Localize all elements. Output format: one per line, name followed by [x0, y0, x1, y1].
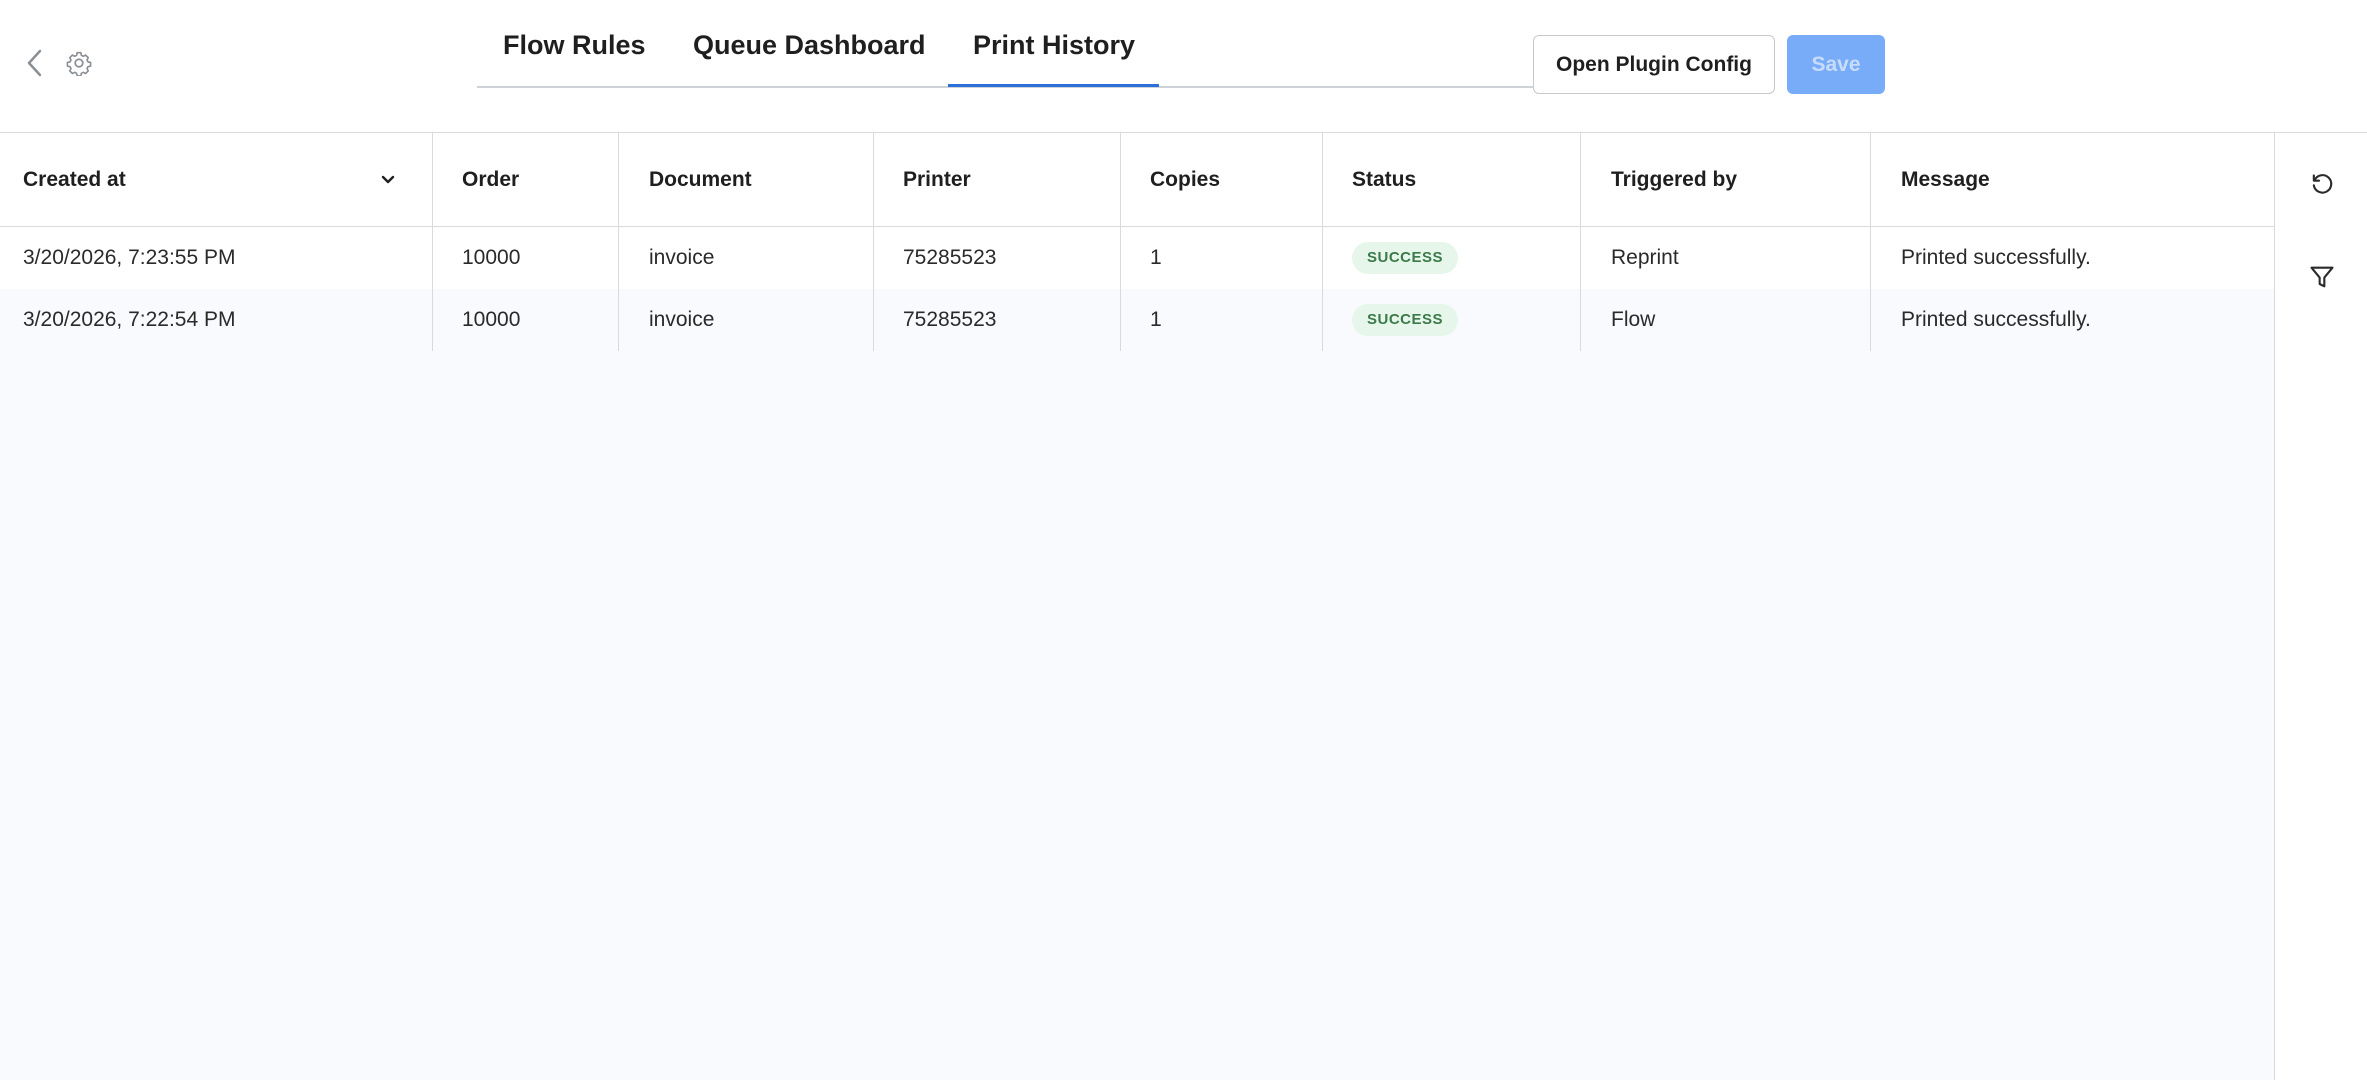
chevron-down-icon[interactable]	[378, 170, 398, 190]
cell-created-at: 3/20/2026, 7:22:54 PM	[0, 289, 433, 351]
tab-print-history[interactable]: Print History	[973, 30, 1135, 88]
column-header-message[interactable]: Message	[1871, 133, 2274, 227]
cell-message: Printed successfully.	[1901, 308, 2091, 331]
column-header-order[interactable]: Order	[433, 133, 619, 227]
table-header: Created at Order Document Printer Copies…	[0, 133, 2274, 227]
column-header-triggered-by[interactable]: Triggered by	[1581, 133, 1871, 227]
refresh-icon[interactable]	[2305, 166, 2339, 200]
cell-created-at: 3/20/2026, 7:23:55 PM	[0, 227, 433, 289]
cell-copies: 1	[1121, 227, 1323, 289]
tab-flow-rules[interactable]: Flow Rules	[503, 30, 646, 88]
tab-bar: Flow Rules Queue Dashboard Print History	[477, 0, 1534, 88]
cell-order: 10000	[433, 289, 619, 351]
cell-message: Printed successfully.	[1901, 246, 2091, 269]
print-history-app: Flow Rules Queue Dashboard Print History…	[0, 0, 2367, 1080]
cell-triggered-by: Reprint	[1581, 227, 1871, 289]
cell-status: SUCCESS	[1323, 289, 1581, 351]
column-header-copies[interactable]: Copies	[1121, 133, 1323, 227]
cell-printer: 75285523	[874, 227, 1121, 289]
tab-queue-dashboard[interactable]: Queue Dashboard	[693, 30, 926, 88]
cell-triggered-by: Flow	[1581, 289, 1871, 351]
status-badge: SUCCESS	[1352, 304, 1459, 336]
table-row[interactable]: 3/20/2026, 7:22:54 PM 10000 invoice 7528…	[0, 289, 2274, 351]
filter-icon[interactable]	[2305, 260, 2339, 294]
column-header-created-at[interactable]: Created at	[0, 133, 433, 227]
cell-copies: 1	[1121, 289, 1323, 351]
column-header-document[interactable]: Document	[619, 133, 874, 227]
column-header-printer[interactable]: Printer	[874, 133, 1121, 227]
cell-document: invoice	[619, 227, 874, 289]
cell-document: invoice	[619, 289, 874, 351]
chevron-left-icon[interactable]	[18, 46, 52, 80]
cell-order: 10000	[433, 227, 619, 289]
cell-status: SUCCESS	[1323, 227, 1581, 289]
column-header-label: Created at	[23, 168, 126, 191]
active-tab-indicator	[948, 84, 1159, 87]
open-plugin-config-button[interactable]: Open Plugin Config	[1533, 35, 1775, 94]
status-badge: SUCCESS	[1352, 242, 1459, 274]
header: Flow Rules Queue Dashboard Print History…	[0, 0, 2367, 133]
table-row[interactable]: 3/20/2026, 7:23:55 PM 10000 invoice 7528…	[0, 227, 2274, 289]
save-button[interactable]: Save	[1787, 35, 1885, 94]
gear-icon[interactable]	[62, 46, 96, 80]
print-history-table: Created at Order Document Printer Copies…	[0, 133, 2275, 1080]
column-header-status[interactable]: Status	[1323, 133, 1581, 227]
cell-printer: 75285523	[874, 289, 1121, 351]
right-tool-rail	[2275, 133, 2367, 1080]
